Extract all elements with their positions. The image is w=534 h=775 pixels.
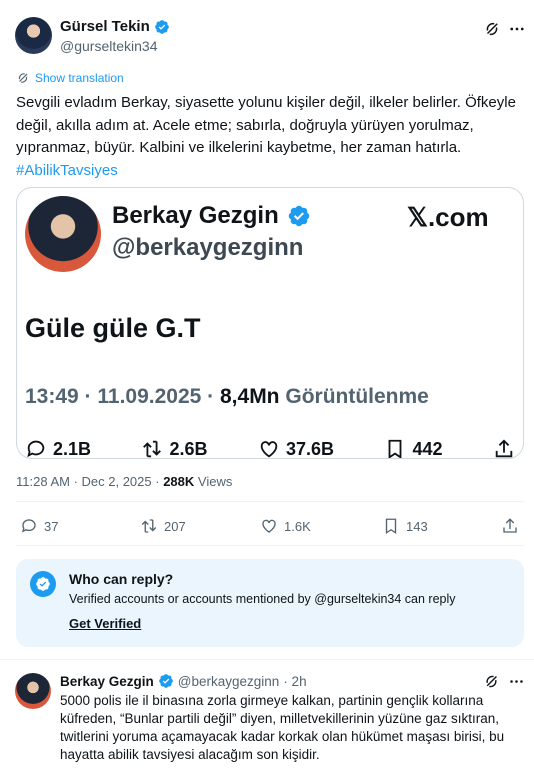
hashtag-link[interactable]: #AbilikTavsiyes: [16, 162, 118, 179]
show-translation-label[interactable]: Show translation: [35, 71, 124, 85]
reply-verified-icon: [158, 674, 173, 688]
reply-text: 5000 polis ile il binasına zorla girmeye…: [60, 693, 505, 762]
embed-name-row: Berkay Gezgin: [112, 202, 311, 230]
share-button[interactable]: [501, 517, 519, 535]
reply-button[interactable]: 37: [20, 517, 58, 535]
reply-author-handle[interactable]: @berkaygezginn: [178, 674, 280, 689]
embed-share-icon: [495, 439, 513, 458]
embed-likes-count: 37.6B: [285, 438, 335, 459]
like-icon: [262, 519, 276, 533]
repost-count: 207: [164, 518, 186, 534]
author-avatar[interactable]: [15, 17, 52, 54]
reply-count: 37: [44, 518, 59, 534]
bookmark-icon: [385, 518, 397, 535]
repost-icon: [141, 519, 157, 533]
like-count: 1.6K: [284, 518, 311, 534]
embed-reposts: 2.6B: [141, 438, 208, 459]
divider-bottom: [16, 545, 524, 546]
embed-share: [493, 438, 515, 458]
embed-name: Berkay Gezgin: [112, 202, 279, 229]
embed-replies-count: 2.1B: [53, 438, 92, 459]
embed-repost-icon: [143, 440, 162, 458]
tweet-datetime[interactable]: 11:28 AM · Dec 2, 2025 ·: [16, 474, 160, 489]
embed-brand: 𝕏.com: [407, 202, 489, 232]
reply-header: Berkay Gezgin @berkaygezginn · 2h: [60, 673, 307, 689]
author-name-row[interactable]: Gürsel Tekin: [60, 18, 170, 35]
embed-replies: 2.1B: [25, 438, 92, 459]
embed-bookmark-icon: [389, 439, 402, 458]
embed-bookmarks: 442: [384, 438, 443, 459]
repost-button[interactable]: 207: [140, 517, 186, 535]
reply-icon: [21, 519, 36, 533]
get-verified-link[interactable]: Get Verified: [69, 616, 141, 631]
who-can-reply-box: Who can reply? Verified accounts or acco…: [16, 559, 524, 647]
reply-more-options-icon[interactable]: [508, 673, 525, 690]
reply-author-name[interactable]: Berkay Gezgin: [60, 674, 154, 689]
show-translation[interactable]: Show translation: [16, 71, 124, 85]
embed-text: Güle güle G.T: [25, 313, 201, 343]
embed-bookmarks-count: 442: [412, 438, 443, 459]
verified-badge-icon: [154, 19, 169, 34]
share-icon: [503, 518, 517, 533]
embed-meta: 13:49 · 11.09.2025 · 8,4Mn Görüntülenme: [25, 385, 429, 409]
embed-likes: 37.6B: [258, 438, 335, 459]
embed-handle: @berkaygezginn: [112, 234, 304, 261]
views-count: 288K: [163, 474, 195, 489]
who-can-reply-badge-icon: [30, 571, 56, 597]
who-can-reply-title: Who can reply?: [69, 571, 174, 587]
bookmark-button[interactable]: 143: [382, 517, 428, 535]
grok-icon[interactable]: [483, 20, 501, 38]
divider-top: [16, 501, 524, 502]
embed-reply-icon: [27, 440, 45, 458]
tweet-body: Sevgili evladım Berkay, siyasette yolunu…: [16, 94, 516, 156]
embed-reposts-count: 2.6B: [169, 438, 208, 459]
reply-avatar[interactable]: [15, 673, 51, 709]
tweet-meta: 11:28 AM · Dec 2, 2025 · 288K Views: [16, 474, 232, 489]
like-button[interactable]: 1.6K: [260, 517, 311, 535]
author-name[interactable]: Gürsel Tekin: [60, 18, 150, 35]
reply-grok-icon[interactable]: [483, 673, 500, 690]
tweet-text: Sevgili evladım Berkay, siyasette yolunu…: [16, 92, 516, 182]
author-handle[interactable]: @gurseltekin34: [60, 38, 158, 54]
bookmark-count: 143: [406, 518, 428, 534]
section-divider: [0, 659, 534, 660]
embed-stats-row: 2.1B 2.6B 37.6B 442: [25, 438, 515, 459]
embed-meta-views: 8,4Mn: [220, 385, 280, 408]
embed-meta-views-label: Görüntülenme: [285, 385, 429, 408]
more-options-icon[interactable]: [508, 20, 526, 38]
embed-avatar: [25, 196, 101, 272]
embed-meta-time: 13:49 · 11.09.2025 ·: [25, 385, 215, 408]
grok-small-icon: [18, 73, 28, 83]
views-label: Views: [197, 474, 233, 489]
media-card[interactable]: Berkay Gezgin 𝕏.com @berkaygezginn Güle …: [16, 187, 524, 459]
embed-like-icon: [260, 441, 278, 458]
embed-verified-icon: [288, 205, 309, 227]
who-can-reply-description: Verified accounts or accounts mentioned …: [69, 592, 456, 606]
reply-time[interactable]: · 2h: [283, 674, 306, 689]
